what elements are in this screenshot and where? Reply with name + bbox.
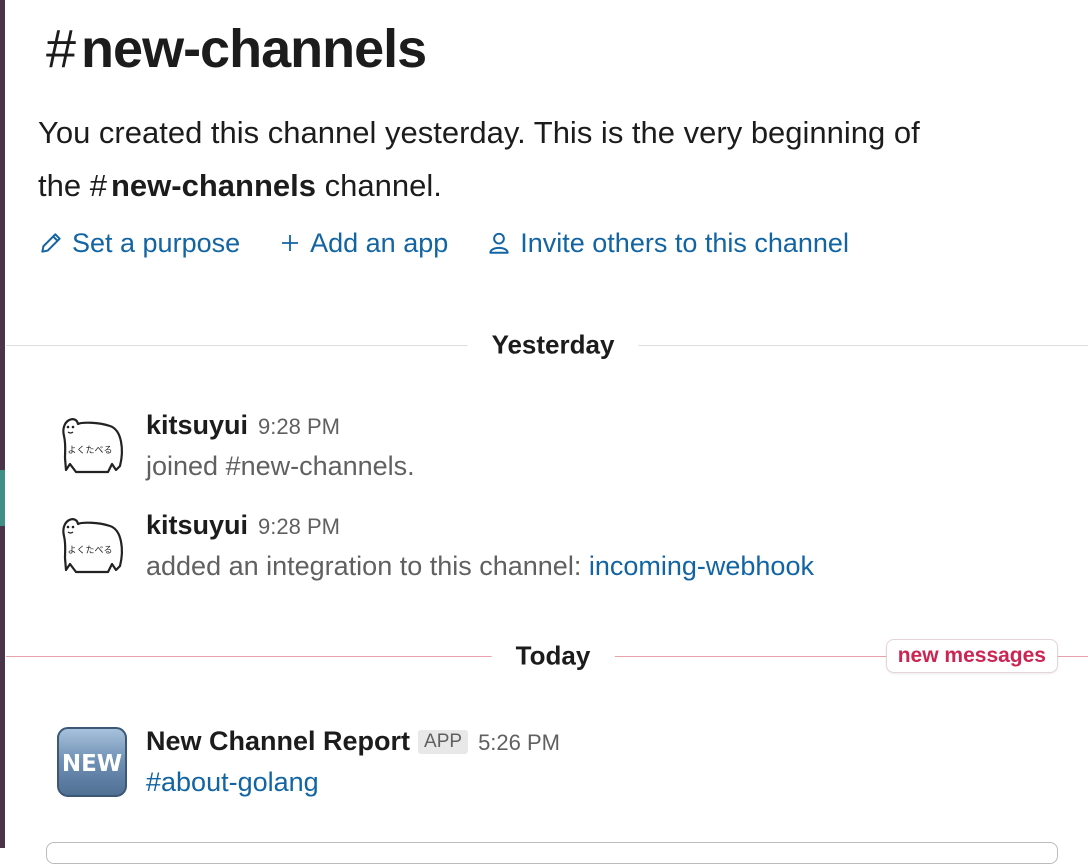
message-body: kitsuyui 9:28 PM added an integration to… <box>146 510 814 582</box>
yesterday-divider: Yesterday <box>6 329 1088 361</box>
message-body: kitsuyui 9:28 PM joined #new-channels. <box>146 410 415 482</box>
person-icon <box>489 232 509 254</box>
sidebar-edge-accent <box>0 470 5 526</box>
message-composer[interactable] <box>46 842 1058 864</box>
message-header: New Channel Report APP 5:26 PM <box>146 726 560 757</box>
today-divider: Today new messages <box>6 639 1088 673</box>
message-header: kitsuyui 9:28 PM <box>146 510 814 541</box>
set-purpose-label: Set a purpose <box>72 227 241 258</box>
channel-name: new-channels <box>81 19 427 79</box>
message-text: #about-golang <box>146 767 560 798</box>
intro-channel-mention[interactable]: # new-channels <box>90 168 316 203</box>
app-badge: APP <box>418 730 469 754</box>
set-purpose-link[interactable]: Set a purpose <box>38 228 240 259</box>
pencil-icon <box>41 233 61 253</box>
user-avatar[interactable]: よくたべる <box>56 510 128 582</box>
user-avatar[interactable]: よくたべる <box>56 410 128 482</box>
invite-label: Invite others to this channel <box>520 227 849 258</box>
message-text-content: added an integration to this channel: <box>146 551 582 581</box>
add-app-label: Add an app <box>310 227 449 258</box>
intro-suffix: channel. <box>324 168 442 203</box>
new-icon-label: NEW <box>62 751 122 777</box>
message-body: New Channel Report APP 5:26 PM #about-go… <box>146 726 560 798</box>
channel-title: # new-channels <box>46 18 427 80</box>
message-text: added an integration to this channel: in… <box>146 551 814 582</box>
channel-actions: Set a purpose Add an app Invite others t… <box>38 224 887 262</box>
app-avatar[interactable]: NEW <box>56 726 128 798</box>
message-timestamp[interactable]: 9:28 PM <box>258 514 340 540</box>
channel-hash: # <box>46 19 76 79</box>
message-author[interactable]: New Channel Report <box>146 726 410 757</box>
yesterday-label[interactable]: Yesterday <box>467 329 639 361</box>
intro-line-2: the # new-channels channel. <box>38 159 1058 212</box>
sidebar-edge <box>0 0 5 848</box>
message-author[interactable]: kitsuyui <box>146 510 248 541</box>
message-author[interactable]: kitsuyui <box>146 410 248 441</box>
message-timestamp[interactable]: 5:26 PM <box>478 730 560 756</box>
message-timestamp[interactable]: 9:28 PM <box>258 414 340 440</box>
intro-prefix: the <box>38 168 82 203</box>
add-app-link[interactable]: Add an app <box>278 228 448 259</box>
avatar-label: よくたべる <box>67 545 112 556</box>
intro-hash: # <box>89 168 107 203</box>
message-text: joined #new-channels. <box>146 451 415 481</box>
today-label[interactable]: Today <box>491 640 615 672</box>
message-header: kitsuyui 9:28 PM <box>146 410 415 441</box>
invite-link[interactable]: Invite others to this channel <box>486 228 849 259</box>
channel-link[interactable]: #about-golang <box>146 767 319 797</box>
integration-link[interactable]: incoming-webhook <box>589 551 814 581</box>
new-messages-badge[interactable]: new messages <box>885 639 1058 673</box>
plus-icon <box>282 235 299 251</box>
channel-intro: You created this channel yesterday. This… <box>38 106 1058 212</box>
intro-channel-name: new-channels <box>110 168 316 203</box>
intro-line-1: You created this channel yesterday. This… <box>38 115 920 150</box>
avatar-label: よくたべる <box>67 445 112 456</box>
